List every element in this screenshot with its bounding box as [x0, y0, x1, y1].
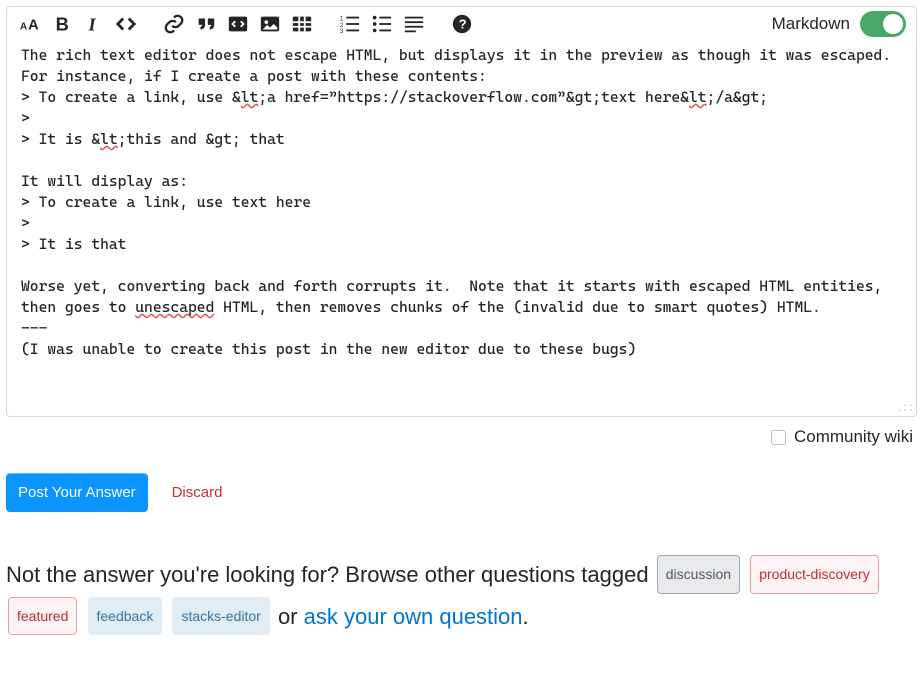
tag-stacks-editor[interactable]: stacks-editor	[172, 597, 269, 636]
ordered-list-icon[interactable]: 123	[337, 11, 363, 37]
quote-icon[interactable]	[193, 11, 219, 37]
ask-own-question-link[interactable]: ask your own question	[304, 604, 523, 629]
svg-text:B: B	[56, 13, 69, 34]
resize-grip-icon[interactable]: ·····	[896, 404, 914, 414]
spellcheck-underline: lt	[689, 88, 707, 106]
action-row: Post Your Answer Discard	[6, 473, 917, 512]
editor-line: >	[21, 214, 30, 232]
discard-link[interactable]: Discard	[172, 484, 223, 501]
editor-line: > It is that	[21, 235, 126, 253]
community-wiki-row: Community wiki	[6, 417, 917, 453]
editor-line: (I was unable to create this post in the…	[21, 340, 636, 358]
svg-text:3: 3	[340, 28, 344, 35]
toggle-knob	[883, 14, 903, 34]
help-icon[interactable]: ?	[449, 11, 475, 37]
bold-icon[interactable]: B	[49, 11, 75, 37]
table-icon[interactable]	[289, 11, 315, 37]
toolbar-group-format: AA B I	[17, 11, 139, 37]
editor-line: The rich text editor does not escape HTM…	[21, 46, 891, 64]
inline-code-icon[interactable]	[113, 11, 139, 37]
tag-featured[interactable]: featured	[8, 597, 77, 636]
unordered-list-icon[interactable]	[369, 11, 395, 37]
editor-line: > To create a link, use &	[21, 88, 241, 106]
tag-feedback[interactable]: feedback	[88, 597, 163, 636]
image-icon[interactable]	[257, 11, 283, 37]
editor-container: AA B I	[6, 6, 917, 417]
svg-text:I: I	[88, 14, 97, 34]
heading-icon[interactable]: AA	[17, 11, 43, 37]
editor-line: > To create a link, use text here	[21, 193, 311, 211]
post-answer-button[interactable]: Post Your Answer	[6, 473, 148, 512]
link-icon[interactable]	[161, 11, 187, 37]
toolbar-group-insert	[161, 11, 315, 37]
editor-toolbar: AA B I	[7, 7, 916, 39]
code-block-icon[interactable]	[225, 11, 251, 37]
markdown-toggle[interactable]	[860, 11, 906, 37]
markdown-label: Markdown	[772, 14, 850, 34]
svg-text:A: A	[28, 18, 39, 34]
spellcheck-underline: lt	[100, 130, 118, 148]
tag-discussion[interactable]: discussion	[657, 555, 740, 594]
svg-text:A: A	[20, 22, 28, 33]
editor-line: > It is &	[21, 130, 100, 148]
editor-line: >	[21, 109, 30, 127]
italic-icon[interactable]: I	[81, 11, 107, 37]
editor-textarea[interactable]: The rich text editor does not escape HTM…	[7, 39, 916, 416]
toolbar-group-list: 123	[337, 11, 427, 37]
editor-line: It will display as:	[21, 172, 188, 190]
editor-line: ---	[21, 319, 47, 337]
spellcheck-underline: lt	[241, 88, 259, 106]
footer-lead: Not the answer you're looking for? Brows…	[6, 562, 655, 587]
community-wiki-checkbox[interactable]	[771, 430, 786, 445]
spellcheck-underline: unescaped	[135, 298, 214, 316]
toolbar-group-help: ?	[449, 11, 475, 37]
related-questions-footer: Not the answer you're looking for? Brows…	[6, 554, 917, 638]
horizontal-rule-icon[interactable]	[401, 11, 427, 37]
editor-line: For instance, if I create a post with th…	[21, 67, 487, 85]
footer-or: or	[278, 604, 304, 629]
svg-text:?: ?	[459, 17, 467, 32]
tag-product-discovery[interactable]: product-discovery	[750, 555, 879, 594]
community-wiki-label: Community wiki	[794, 427, 913, 447]
